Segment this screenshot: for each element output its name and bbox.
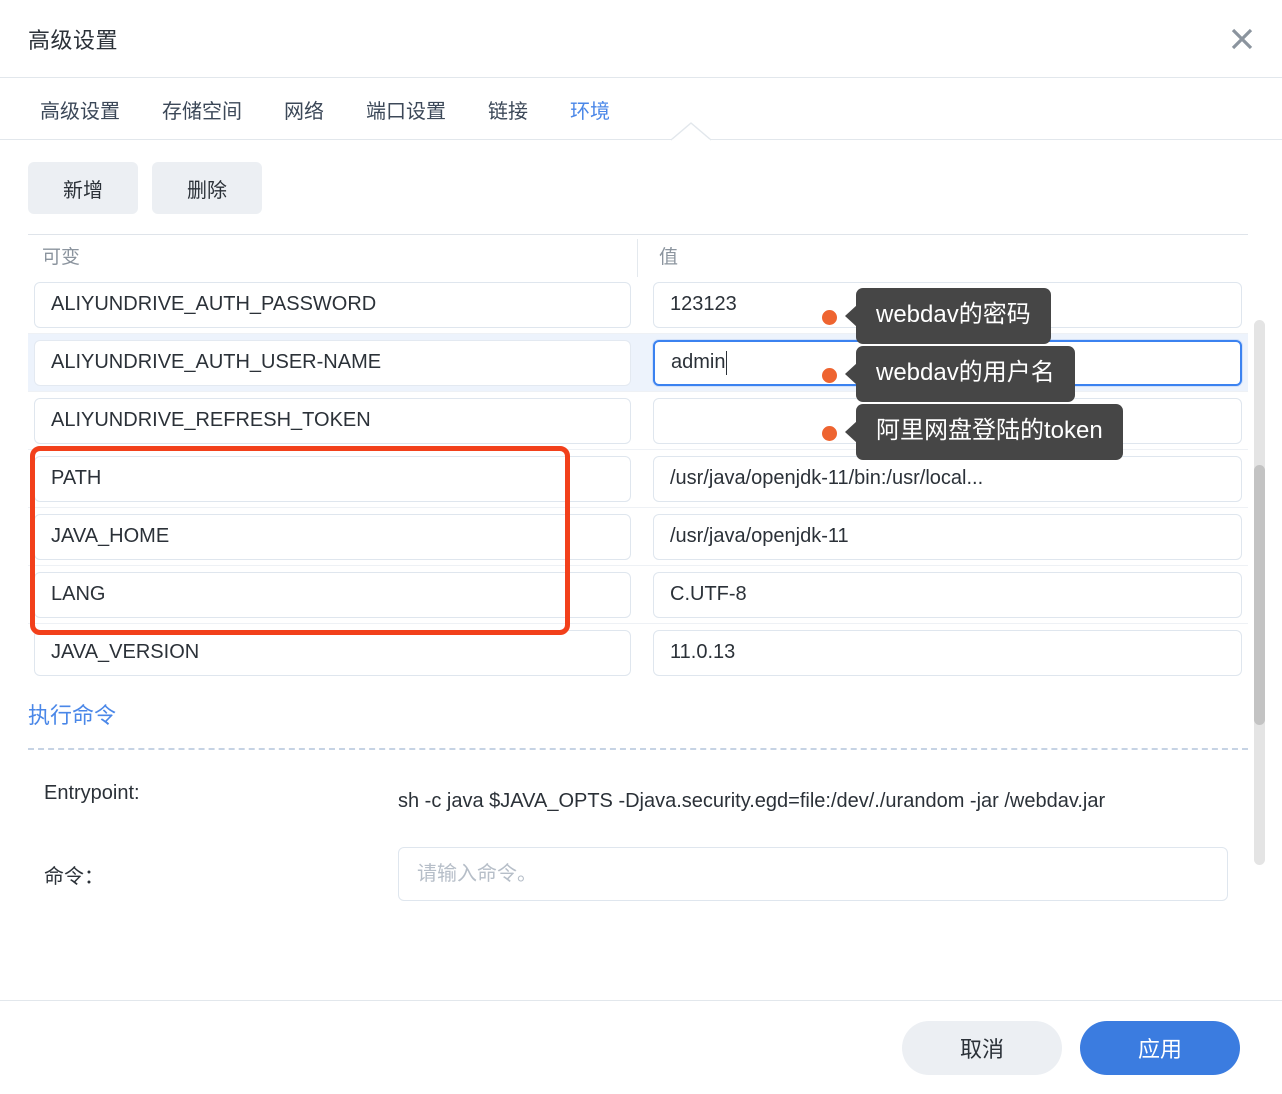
cell-variable: ALIYUNDRIVE_REFRESH_TOKEN bbox=[28, 397, 637, 444]
tab-bar: 高级设置 存储空间 网络 端口设置 链接 环境 bbox=[0, 78, 1282, 141]
dialog-title: 高级设置 bbox=[28, 27, 119, 53]
cell-value: 11.0.13 bbox=[637, 629, 1248, 676]
cell-value: /usr/java/openjdk-11 bbox=[637, 513, 1248, 560]
advanced-settings-dialog: 高级设置 高级设置 存储空间 网络 端口设置 链接 环境 新增 删除 可变 值 … bbox=[0, 0, 1282, 1094]
variable-input[interactable]: LANG bbox=[34, 571, 631, 618]
tab-links[interactable]: 链接 bbox=[488, 95, 528, 124]
table-header-row: 可变 值 bbox=[28, 234, 1248, 277]
value-input[interactable]: C.UTF-8 bbox=[653, 571, 1242, 618]
annotation-tooltip-username: webdav的用户名 bbox=[856, 346, 1075, 402]
value-input[interactable]: /usr/java/openjdk-11 bbox=[653, 513, 1242, 560]
variable-input[interactable]: JAVA_HOME bbox=[34, 513, 631, 560]
table-scrollbar-thumb[interactable] bbox=[1254, 465, 1265, 725]
value-input[interactable]: /usr/java/openjdk-11/bin:/usr/local... bbox=[653, 455, 1242, 502]
annotation-dot-password bbox=[822, 310, 837, 325]
variable-input[interactable]: JAVA_VERSION bbox=[34, 629, 631, 676]
cell-value: /usr/java/openjdk-11/bin:/usr/local... bbox=[637, 455, 1248, 502]
cell-variable: ALIYUNDRIVE_AUTH_PASSWORD bbox=[28, 281, 637, 328]
entrypoint-value: sh -c java $JAVA_OPTS -Djava.security.eg… bbox=[398, 790, 1106, 812]
tab-environment[interactable]: 环境 bbox=[570, 95, 610, 124]
table-rows: ALIYUNDRIVE_AUTH_PASSWORD 123123 ALIYUND… bbox=[28, 276, 1248, 676]
dialog-footer: 取消 应用 bbox=[0, 1000, 1282, 1094]
entrypoint-row: Entrypoint: sh -c java $JAVA_OPTS -Djava… bbox=[28, 782, 1248, 821]
apply-button[interactable]: 应用 bbox=[1080, 1020, 1240, 1075]
variable-input[interactable]: PATH bbox=[34, 455, 631, 502]
annotation-dot-token bbox=[822, 426, 837, 441]
tab-port-settings[interactable]: 端口设置 bbox=[366, 95, 446, 124]
variable-input[interactable]: ALIYUNDRIVE_AUTH_PASSWORD bbox=[34, 281, 631, 328]
cell-variable: LANG bbox=[28, 571, 637, 618]
column-header-value: 值 bbox=[659, 247, 679, 268]
text-cursor bbox=[726, 350, 728, 375]
table-row[interactable]: LANG C.UTF-8 bbox=[28, 566, 1248, 624]
tab-advanced-settings[interactable]: 高级设置 bbox=[40, 95, 120, 124]
table-row[interactable]: JAVA_VERSION 11.0.13 bbox=[28, 624, 1248, 676]
cell-value: C.UTF-8 bbox=[637, 571, 1248, 618]
close-icon[interactable] bbox=[1222, 19, 1262, 59]
variable-input[interactable]: ALIYUNDRIVE_AUTH_USER-NAME bbox=[34, 339, 631, 386]
value-input-text: admin bbox=[671, 351, 726, 373]
value-input[interactable]: 11.0.13 bbox=[653, 629, 1242, 676]
add-button[interactable]: 新增 bbox=[28, 162, 138, 214]
table-scrollbar-track[interactable] bbox=[1254, 320, 1265, 865]
dialog-body: 新增 删除 可变 值 ALIYUNDRIVE_AUTH_PASSWORD 123… bbox=[0, 140, 1282, 1000]
tab-network[interactable]: 网络 bbox=[284, 95, 324, 124]
column-divider bbox=[637, 239, 638, 277]
entrypoint-label: Entrypoint: bbox=[44, 782, 140, 804]
cell-variable: JAVA_VERSION bbox=[28, 629, 637, 676]
cell-variable: PATH bbox=[28, 455, 637, 502]
annotation-dot-username bbox=[822, 368, 837, 383]
variable-input[interactable]: ALIYUNDRIVE_REFRESH_TOKEN bbox=[34, 397, 631, 444]
annotation-tooltip-password: webdav的密码 bbox=[856, 288, 1051, 344]
tab-storage[interactable]: 存储空间 bbox=[162, 95, 242, 124]
dialog-titlebar: 高级设置 bbox=[0, 0, 1282, 78]
table-toolbar: 新增 删除 bbox=[0, 140, 1282, 234]
table-row[interactable]: JAVA_HOME /usr/java/openjdk-11 bbox=[28, 508, 1248, 566]
command-row: 命令： bbox=[28, 847, 1248, 901]
exec-command-section: 执行命令 Entrypoint: sh -c java $JAVA_OPTS -… bbox=[0, 676, 1282, 901]
cell-variable: JAVA_HOME bbox=[28, 513, 637, 560]
command-input[interactable] bbox=[398, 847, 1228, 901]
table-row[interactable]: ALIYUNDRIVE_AUTH_PASSWORD 123123 bbox=[28, 276, 1248, 334]
cell-variable: ALIYUNDRIVE_AUTH_USER-NAME bbox=[28, 339, 637, 386]
section-divider bbox=[28, 748, 1248, 750]
column-header-variable: 可变 bbox=[42, 247, 81, 268]
annotation-tooltip-token: 阿里网盘登陆的token bbox=[856, 404, 1123, 460]
cancel-button[interactable]: 取消 bbox=[902, 1020, 1062, 1075]
command-label: 命令： bbox=[44, 865, 104, 888]
exec-section-title: 执行命令 bbox=[28, 703, 117, 728]
delete-button[interactable]: 删除 bbox=[152, 162, 262, 214]
